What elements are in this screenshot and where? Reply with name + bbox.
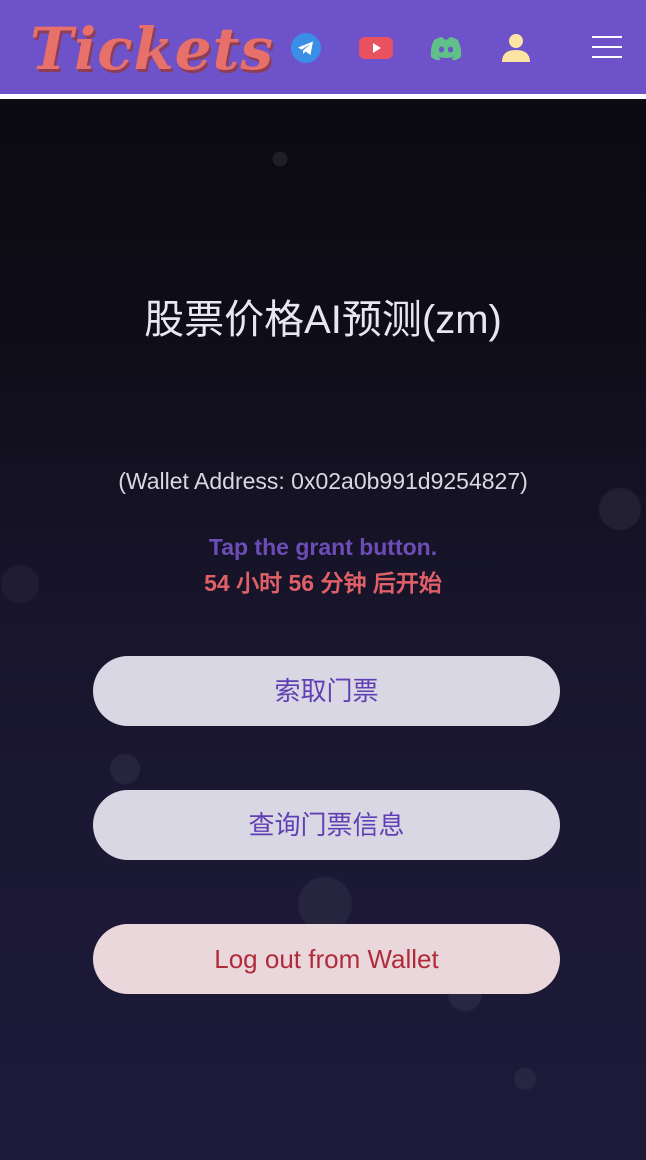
user-icon[interactable]: [499, 33, 533, 63]
main-panel: 股票价格AI预测(zm) (Wallet Address: 0x02a0b991…: [0, 104, 646, 1160]
claim-ticket-button[interactable]: 索取门票: [93, 656, 560, 726]
query-ticket-button[interactable]: 查询门票信息: [93, 790, 560, 860]
menu-icon[interactable]: [592, 36, 622, 58]
telegram-icon[interactable]: [289, 33, 323, 63]
tickets-logo[interactable]: Tickets: [30, 16, 274, 82]
wallet-address: (Wallet Address: 0x02a0b991d9254827): [118, 468, 528, 494]
countdown-timer: 54 小时 56 分钟 后开始: [204, 570, 442, 596]
grant-instruction: Tap the grant button.: [208, 534, 438, 560]
youtube-icon[interactable]: [359, 33, 393, 63]
top-nav-bar: Tickets: [0, 0, 646, 99]
logout-wallet-button[interactable]: Log out from Wallet: [93, 924, 560, 994]
page-title: 股票价格AI预测(zm): [144, 298, 502, 342]
discord-icon[interactable]: [429, 33, 463, 63]
